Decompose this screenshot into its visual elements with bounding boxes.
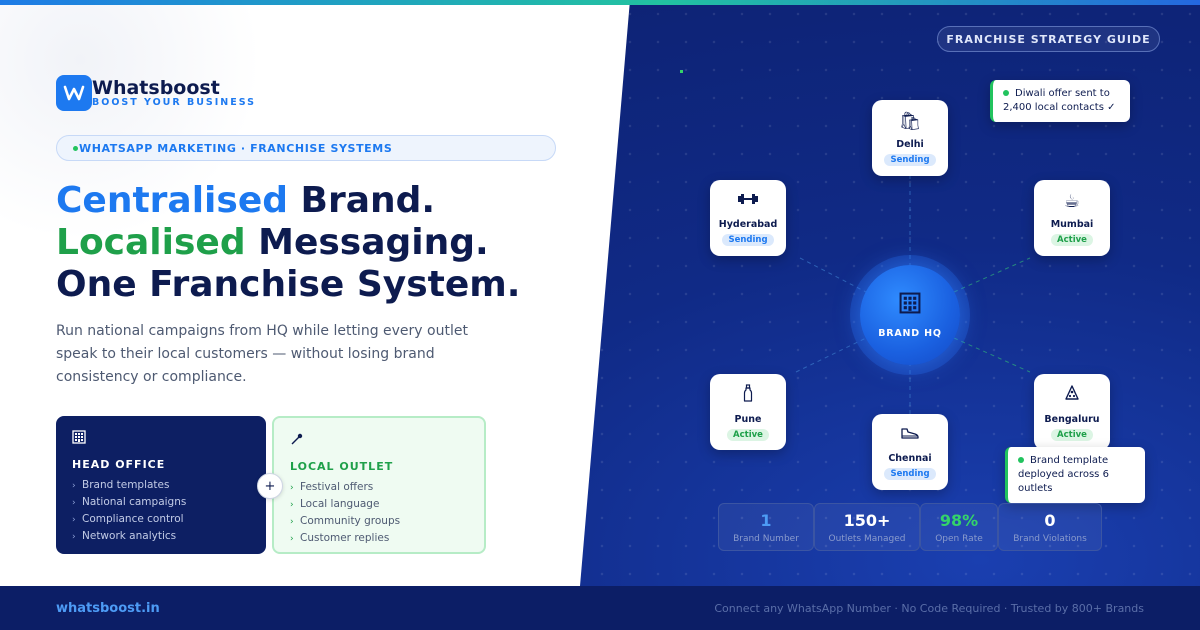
top-gradient-bar (0, 0, 1200, 5)
hub-label: BRAND HQ (878, 327, 942, 339)
stat-brand-number: 1 Brand Number (718, 503, 814, 551)
stat-outlets-managed: 150+ Outlets Managed (814, 503, 920, 551)
dumbbell-icon (737, 191, 759, 213)
building-icon (899, 292, 921, 320)
stat-value: 1 (760, 510, 772, 530)
status-badge: Active (727, 428, 769, 441)
outlet-city: Chennai (888, 452, 932, 464)
outlet-node-delhi[interactable]: 🛍 Delhi Sending (872, 100, 948, 176)
stat-brand-violations: 0 Brand Violations (998, 503, 1102, 551)
status-dot-icon (1018, 457, 1024, 463)
coffee-icon: ☕ (1063, 190, 1081, 212)
brand-hq-hub: BRAND HQ (860, 265, 960, 365)
stat-value: 150+ (843, 510, 891, 530)
outlet-node-hyderabad[interactable]: Hyderabad Sending (710, 180, 786, 256)
outlet-city: Pune (734, 413, 762, 425)
outlet-node-bengaluru[interactable]: Bengaluru Active (1034, 374, 1110, 450)
stat-label: Brand Violations (1013, 533, 1087, 544)
status-badge: Active (1051, 428, 1093, 441)
stat-label: Brand Number (733, 533, 799, 544)
toast-text: Diwali offer sent to 2,400 local contact… (1003, 88, 1116, 113)
toast-text: Brand template deployed across 6 outlets (1018, 455, 1109, 494)
toast-template: Brand template deployed across 6 outlets (1005, 447, 1145, 503)
status-badge: Sending (884, 467, 936, 480)
outlet-node-chennai[interactable]: Chennai Sending (872, 414, 948, 490)
status-badge: Active (1051, 233, 1093, 246)
pizza-icon (1063, 384, 1081, 408)
status-badge: Sending (884, 153, 936, 166)
shopping-bag-icon: 🛍 (898, 110, 922, 132)
status-dot-icon (1003, 90, 1009, 96)
footer: whatsboost.in Connect any WhatsApp Numbe… (0, 586, 1200, 630)
stat-label: Outlets Managed (828, 533, 906, 544)
outlet-city: Bengaluru (1044, 413, 1100, 425)
outlet-city: Delhi (896, 138, 924, 150)
outlet-city: Mumbai (1050, 218, 1094, 230)
shoe-icon (900, 425, 920, 447)
toast-diwali: Diwali offer sent to 2,400 local contact… (990, 80, 1130, 122)
footer-tagline: Connect any WhatsApp Number · No Code Re… (714, 602, 1144, 615)
outlet-node-mumbai[interactable]: ☕ Mumbai Active (1034, 180, 1110, 256)
outlet-city: Hyderabad (718, 218, 778, 230)
stat-value: 0 (1044, 510, 1056, 530)
stat-value: 98% (939, 510, 979, 530)
stat-open-rate: 98% Open Rate (920, 503, 998, 551)
bottle-icon (742, 383, 754, 408)
outlet-node-pune[interactable]: Pune Active (710, 374, 786, 450)
plus-icon: + (257, 473, 283, 499)
status-badge: Sending (722, 233, 774, 246)
stat-label: Open Rate (935, 533, 983, 544)
footer-link[interactable]: whatsboost.in (56, 601, 160, 616)
